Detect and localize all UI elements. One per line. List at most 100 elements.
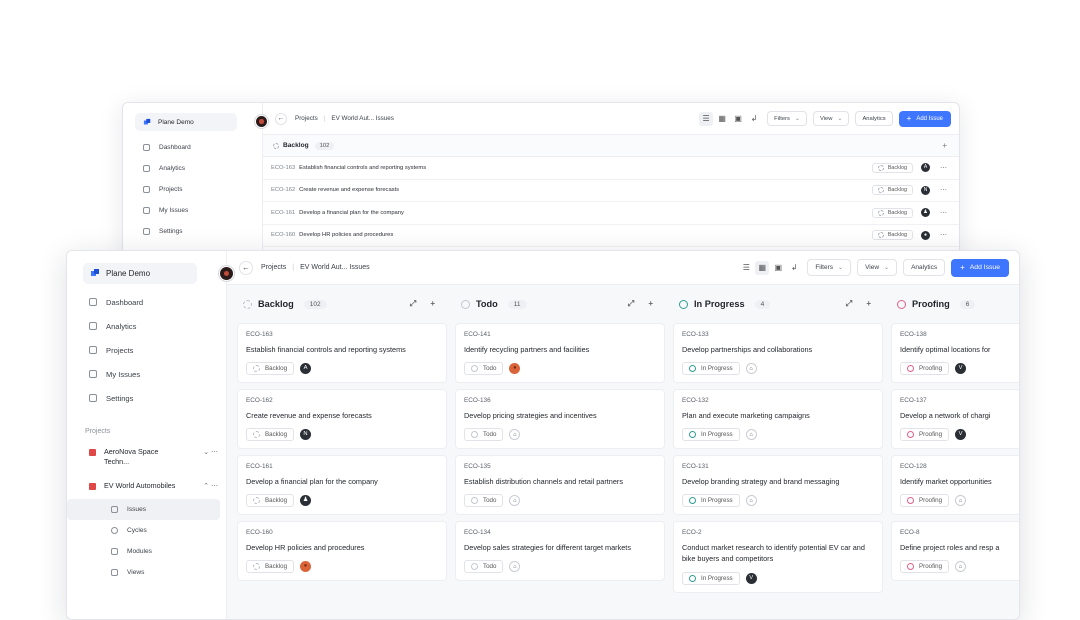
assignee-avatar[interactable]: ● xyxy=(509,363,521,374)
state-dropdown[interactable]: Backlog xyxy=(246,560,295,573)
assignee-avatar[interactable]: ♟ xyxy=(921,208,930,218)
state-dropdown[interactable]: In Progress xyxy=(682,362,740,375)
subnav-modules[interactable]: Modules xyxy=(67,541,220,562)
breadcrumb-projects[interactable]: Projects xyxy=(295,115,318,122)
state-dropdown[interactable]: Backlog xyxy=(871,185,913,196)
issue-card[interactable]: ECO-134 Develop sales strategies for diff… xyxy=(455,521,665,581)
list-row[interactable]: ECO-162 Create revenue and expense foreca… xyxy=(263,180,959,202)
add-issue-button[interactable]: + Add Issue xyxy=(951,258,1009,277)
state-dropdown[interactable]: Todo xyxy=(464,362,504,375)
state-dropdown[interactable]: In Progress xyxy=(682,428,740,441)
state-dropdown[interactable]: Proofing xyxy=(900,362,950,375)
assignee-avatar[interactable]: N xyxy=(921,185,930,195)
state-dropdown[interactable]: Backlog xyxy=(871,162,913,173)
nav-item-dashboard[interactable]: Dashboard xyxy=(67,290,226,314)
state-dropdown[interactable]: Proofing xyxy=(900,428,950,441)
assignee-avatar[interactable]: V xyxy=(955,363,967,374)
issue-title[interactable]: Develop HR policies and procedures xyxy=(299,232,393,238)
nav-item-dashboard[interactable]: Dashboard xyxy=(123,137,262,158)
subnav-views[interactable]: Views xyxy=(67,562,220,583)
state-dropdown[interactable]: Backlog xyxy=(246,362,295,375)
issue-card[interactable]: ECO-132 Plan and execute marketing campai… xyxy=(673,389,883,449)
assignee-avatar[interactable]: ⌂ xyxy=(955,495,967,506)
subnav-cycles[interactable]: Cycles xyxy=(67,520,220,541)
state-dropdown[interactable]: In Progress xyxy=(682,494,740,507)
breadcrumb-current[interactable]: EV World Aut... Issues xyxy=(331,115,394,122)
state-dropdown[interactable]: Proofing xyxy=(900,560,950,573)
issue-card[interactable]: ECO-8 Define project roles and resp a Proo… xyxy=(891,521,1019,581)
nav-item-my-issues[interactable]: My Issues xyxy=(123,200,262,221)
nav-item-settings[interactable]: Settings xyxy=(67,386,226,410)
project-menu[interactable]: ⌄ ⋯ xyxy=(203,448,218,458)
list-row[interactable]: ECO-163 Establish financial controls and … xyxy=(263,157,959,180)
nav-item-settings[interactable]: Settings xyxy=(123,221,262,242)
issue-card[interactable]: ECO-2 Conduct market research to identify… xyxy=(673,521,883,593)
nav-item-projects[interactable]: Projects xyxy=(123,179,262,200)
issue-card[interactable]: ECO-137 Develop a network of chargi Proofi… xyxy=(891,389,1019,449)
assignee-avatar[interactable]: ⌂ xyxy=(509,495,521,506)
assignee-avatar[interactable]: A xyxy=(300,363,312,374)
filters-button[interactable]: Filters ⌄ xyxy=(767,111,807,126)
assignee-avatar[interactable]: ● xyxy=(300,561,312,572)
issue-title[interactable]: Develop a financial plan for the company xyxy=(299,210,404,216)
state-dropdown[interactable]: Backlog xyxy=(871,207,913,218)
state-dropdown[interactable]: Proofing xyxy=(900,494,950,507)
state-dropdown[interactable]: In Progress xyxy=(682,572,740,585)
state-dropdown[interactable]: Todo xyxy=(464,494,504,507)
issue-card[interactable]: ECO-162 Create revenue and expense foreca… xyxy=(237,389,447,449)
issue-card[interactable]: ECO-128 Identify market opportunities Proo… xyxy=(891,455,1019,515)
state-dropdown[interactable]: Backlog xyxy=(871,230,913,241)
calendar-layout-icon[interactable]: ▣ xyxy=(731,112,745,126)
issue-card[interactable]: ECO-135 Establish distribution channels a… xyxy=(455,455,665,515)
analytics-button[interactable]: Analytics xyxy=(855,111,893,126)
workspace-switcher[interactable]: Plane Demo xyxy=(83,263,234,284)
assignee-avatar[interactable]: V xyxy=(955,429,967,440)
list-layout-icon[interactable]: ☰ xyxy=(699,111,714,126)
more-options-icon[interactable]: ⋯ xyxy=(940,231,947,239)
more-options-icon[interactable]: ⋯ xyxy=(940,186,947,194)
gantt-layout-icon[interactable]: ↲ xyxy=(747,112,761,126)
filters-button[interactable]: Filters ⌄ xyxy=(807,259,852,276)
back-arrow-icon[interactable]: ← xyxy=(239,260,253,275)
sidebar-project-ev-world[interactable]: EV World Automobiles ⌃ ⋯ xyxy=(67,477,226,495)
issue-card[interactable]: ECO-131 Develop branding strategy and bra… xyxy=(673,455,883,515)
column-actions-icon[interactable]: ⤢ + xyxy=(410,299,441,309)
assignee-avatar[interactable]: ⌂ xyxy=(955,561,967,572)
issue-card[interactable]: ECO-161 Develop a financial plan for the … xyxy=(237,455,447,515)
assignee-avatar[interactable]: ⌂ xyxy=(509,561,521,572)
assignee-avatar[interactable]: ⌂ xyxy=(509,429,521,440)
column-actions-icon[interactable]: ⤢ + xyxy=(628,299,659,309)
calendar-layout-icon[interactable]: ▣ xyxy=(771,261,785,275)
assignee-avatar[interactable]: ⌂ xyxy=(745,363,757,374)
state-dropdown[interactable]: Todo xyxy=(464,560,504,573)
board-layout-icon[interactable]: ▦ xyxy=(755,260,770,275)
add-icon[interactable]: + xyxy=(942,141,947,150)
nav-item-projects[interactable]: Projects xyxy=(67,338,226,362)
state-dropdown[interactable]: Todo xyxy=(464,428,504,441)
assignee-avatar[interactable]: ● xyxy=(921,230,930,240)
state-dropdown[interactable]: Backlog xyxy=(246,428,295,441)
assignee-avatar[interactable]: N xyxy=(300,429,312,440)
analytics-button[interactable]: Analytics xyxy=(903,259,946,276)
list-row[interactable]: ECO-160 Develop HR policies and procedure… xyxy=(263,225,959,247)
list-layout-icon[interactable]: ☰ xyxy=(739,261,753,275)
assignee-avatar[interactable]: V xyxy=(745,573,757,584)
subnav-issues[interactable]: Issues xyxy=(67,499,220,520)
assignee-avatar[interactable]: A xyxy=(921,163,930,173)
column-actions-icon[interactable]: ⤢ + xyxy=(846,299,877,309)
issue-card[interactable]: ECO-136 Develop pricing strategies and in… xyxy=(455,389,665,449)
view-button[interactable]: View ⌄ xyxy=(857,259,898,276)
nav-item-analytics[interactable]: Analytics xyxy=(67,314,226,338)
back-arrow-icon[interactable]: ← xyxy=(275,112,287,125)
issue-card[interactable]: ECO-133 Develop partnerships and collabor… xyxy=(673,323,883,383)
nav-item-my-issues[interactable]: My Issues xyxy=(67,362,226,386)
issue-card[interactable]: ECO-138 Identify optimal locations for Pro… xyxy=(891,323,1019,383)
assignee-avatar[interactable]: ♟ xyxy=(300,495,312,506)
project-menu[interactable]: ⌃ ⋯ xyxy=(203,482,218,492)
sidebar-project-aeronova[interactable]: AeroNova Space Techn... ⌄ ⋯ xyxy=(67,443,226,471)
breadcrumb-current[interactable]: EV World Aut... Issues xyxy=(300,264,370,271)
assignee-avatar[interactable]: ⌂ xyxy=(745,495,757,506)
breadcrumb-projects[interactable]: Projects xyxy=(261,264,286,271)
board-layout-icon[interactable]: ▦ xyxy=(715,112,729,126)
issue-title[interactable]: Establish financial controls and reporti… xyxy=(299,165,426,171)
